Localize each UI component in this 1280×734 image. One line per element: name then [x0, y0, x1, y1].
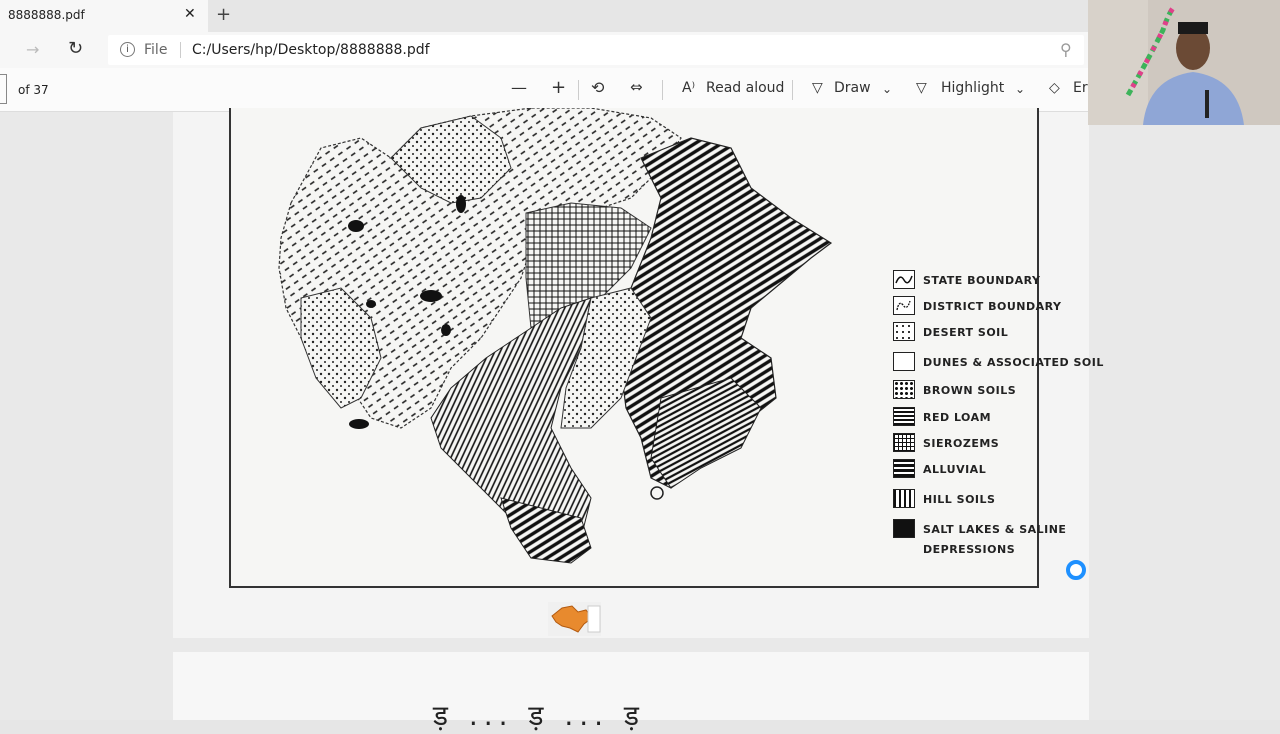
page-number-input[interactable]: [0, 74, 7, 104]
new-tab-icon[interactable]: +: [216, 4, 231, 25]
tab-strip: 8888888.pdf ✕ +: [0, 0, 1088, 32]
legend-label: SIEROZEMS: [923, 437, 1000, 450]
document-viewport[interactable]: STATE BOUNDARY DISTRICT BOUNDARY DESERT …: [0, 108, 1280, 732]
legend-swatch: [893, 270, 915, 289]
thumbnail-image: [548, 602, 601, 636]
draw-button[interactable]: Draw: [834, 80, 871, 96]
legend-swatch: [893, 433, 915, 452]
legend-label: SALT LAKES & SALINE: [923, 523, 1067, 536]
highlight-button[interactable]: Highlight: [941, 80, 1004, 96]
divider: [792, 80, 793, 100]
divider: [662, 80, 663, 100]
legend-swatch: [893, 489, 915, 508]
pdf-toolbar: of 37 — + ⟲ ⇔ A⁾ Read aloud ▽ Draw ⌄ ▽ H…: [0, 68, 1096, 112]
legend-swatch: [893, 296, 915, 315]
legend-label: DUNES & ASSOCIATED SOIL: [923, 356, 1104, 369]
page-count: of 37: [18, 83, 49, 97]
loading-indicator: [1066, 560, 1086, 580]
legend-label: HILL SOILS: [923, 493, 996, 506]
info-icon[interactable]: i: [120, 42, 135, 57]
rotate-icon[interactable]: ⟲: [591, 78, 604, 97]
legend-swatch: [893, 407, 915, 426]
url-field[interactable]: i File C:/Users/hp/Desktop/8888888.pdf ⚲: [108, 35, 1084, 65]
divider: [578, 80, 579, 100]
legend-label-continued: DEPRESSIONS: [923, 543, 1016, 556]
zoom-in-icon[interactable]: +: [551, 77, 566, 98]
fit-page-icon[interactable]: ⇔: [630, 78, 643, 96]
legend-swatch: [893, 519, 915, 538]
legend-label: RED LOAM: [923, 411, 992, 424]
soil-map: STATE BOUNDARY DISTRICT BOUNDARY DESERT …: [229, 108, 1103, 588]
reload-icon[interactable]: ↻: [68, 38, 83, 59]
legend-label: ALLUVIAL: [923, 463, 987, 476]
zoom-out-icon[interactable]: —: [511, 78, 527, 97]
legend-swatch: [893, 380, 915, 399]
map-drawing: [278, 108, 833, 564]
eraser-icon: ◇: [1049, 80, 1060, 96]
pdf-page: STATE BOUNDARY DISTRICT BOUNDARY DESERT …: [173, 108, 1103, 638]
pdf-page-2: ड़ ... ड़ ... ड़: [173, 652, 1089, 732]
address-bar: → ↻ i File C:/Users/hp/Desktop/8888888.p…: [0, 32, 1088, 68]
browser-tab[interactable]: 8888888.pdf ✕: [0, 0, 208, 32]
highlight-icon: ▽: [916, 80, 927, 96]
zoom-icon[interactable]: ⚲: [1060, 40, 1072, 59]
close-icon[interactable]: ✕: [184, 6, 196, 22]
url-text[interactable]: C:/Users/hp/Desktop/8888888.pdf: [192, 42, 430, 58]
legend-label: DESERT SOIL: [923, 326, 1009, 339]
webcam-overlay: [1088, 0, 1280, 125]
legend-label: DISTRICT BOUNDARY: [923, 300, 1062, 313]
legend-label: BROWN SOILS: [923, 384, 1017, 397]
read-aloud-icon: A⁾: [682, 80, 696, 96]
scheme-label: File: [144, 42, 168, 58]
legend-label: STATE BOUNDARY: [923, 274, 1041, 287]
legend-swatch: [893, 459, 915, 478]
legend-swatch: [893, 352, 915, 371]
forward-icon[interactable]: →: [26, 40, 39, 59]
chevron-down-icon[interactable]: ⌄: [882, 82, 892, 96]
tab-title: 8888888.pdf: [8, 8, 85, 22]
divider: [180, 42, 181, 58]
legend-swatch: [893, 322, 915, 341]
page-heading: ड़ ... ड़ ... ड़: [433, 699, 645, 732]
chevron-down-icon[interactable]: ⌄: [1015, 82, 1025, 96]
draw-icon: ▽: [812, 80, 823, 96]
read-aloud-button[interactable]: Read aloud: [706, 80, 784, 96]
